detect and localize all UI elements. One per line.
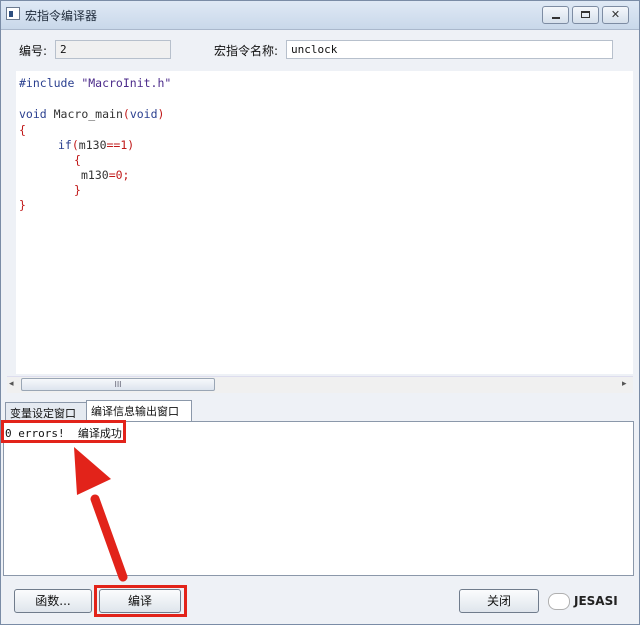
arrow-head	[74, 447, 111, 495]
compile-button[interactable]: 编译	[99, 589, 181, 613]
code-line-assign: m130=0;	[81, 168, 130, 182]
maximize-icon	[573, 7, 598, 23]
minimize-button[interactable]	[542, 6, 569, 24]
close-button[interactable]: 关闭	[459, 589, 539, 613]
macro-name-field[interactable]: unclock	[286, 40, 613, 59]
code-editor[interactable]: #include "MacroInit.h" void Macro_main(v…	[16, 71, 633, 374]
watermark: JESASI	[548, 589, 628, 615]
code-line-function: void Macro_main(void)	[19, 107, 165, 121]
code-line-if: if(m130==1)	[58, 138, 135, 152]
annotation-arrow	[74, 447, 128, 582]
app-icon	[6, 7, 20, 20]
close-icon: ✕	[610, 8, 621, 21]
window-title: 宏指令编译器	[25, 9, 98, 23]
number-label: 编号:	[19, 44, 48, 58]
functions-button[interactable]: 函数...	[14, 589, 92, 613]
scroll-left-icon[interactable]: ◂	[9, 379, 14, 389]
close-window-button[interactable]: ✕	[602, 6, 629, 24]
arrow-shaft	[90, 494, 128, 582]
minimize-icon	[543, 7, 568, 23]
code-line-if-close-brace: }	[74, 183, 81, 197]
tab-compile-output[interactable]: 编译信息输出窗口	[86, 400, 192, 422]
watermark-text: JESASI	[574, 594, 618, 608]
horizontal-scrollbar[interactable]: ◂ III ▸	[7, 376, 633, 393]
scroll-thumb[interactable]: III	[21, 378, 215, 391]
number-field[interactable]: 2	[55, 40, 171, 59]
code-line-include: #include "MacroInit.h"	[19, 76, 172, 90]
tab-variable-settings[interactable]: 变量设定窗口	[5, 402, 87, 421]
title-bar[interactable]: 宏指令编译器 ✕	[1, 1, 639, 30]
scroll-right-icon[interactable]: ▸	[622, 379, 627, 389]
macro-name-label: 宏指令名称:	[214, 44, 279, 58]
maximize-button[interactable]	[572, 6, 599, 24]
code-line-if-open-brace: {	[74, 153, 81, 167]
wechat-icon	[548, 593, 570, 610]
code-line-close-brace: }	[19, 198, 26, 212]
code-line-open-brace: {	[19, 123, 26, 137]
macro-compiler-window: 宏指令编译器 ✕ 编号: 2 宏指令名称: unclock #include "…	[0, 0, 640, 625]
